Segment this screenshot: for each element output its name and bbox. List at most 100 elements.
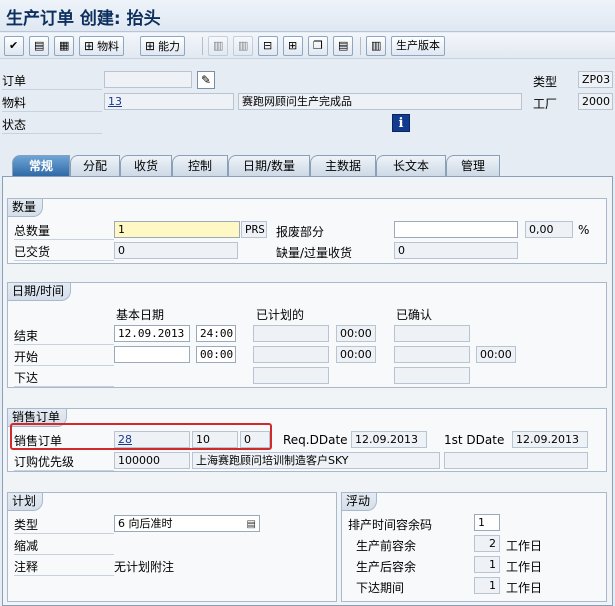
workday-label: 工作日 — [506, 581, 543, 595]
first-delivery-date-label: 1st DDate — [444, 433, 505, 447]
delivered-field: 0 — [114, 242, 238, 259]
dates-group: 日期/时间 基本日期 已计划的 已确认 结束 12.09.2013 24:00 … — [7, 282, 607, 388]
unit-field: PRS — [241, 221, 267, 238]
start-scheduled-time: 00:00 — [336, 346, 376, 363]
tab-master-data[interactable]: 主数据 — [310, 155, 376, 176]
type-label: 类型 — [533, 75, 558, 89]
disabled-icon: ▥ — [233, 36, 254, 56]
order-label: 订单 — [2, 72, 102, 90]
quantity-group-title: 数量 — [8, 199, 44, 217]
end-scheduled-time: 00:00 — [336, 325, 376, 342]
shortage-label: 缺量/过量收货 — [276, 246, 353, 260]
tab-content: 数量 总数量 1 PRS 报废部分 0,00 % 已交货 0 缺量/过量收货 0… — [2, 176, 613, 606]
req-delivery-date-label: Req.DDate — [283, 433, 348, 447]
end-label: 结束 — [14, 327, 114, 345]
delivered-label: 已交货 — [14, 243, 114, 261]
customer-field: 上海赛跑顾问培训制造客户SKY — [192, 452, 440, 469]
float-after-field: 1 — [474, 556, 500, 573]
total-quantity-field[interactable]: 1 — [114, 221, 240, 238]
scrap-label: 报废部分 — [276, 225, 325, 239]
edit-icon[interactable]: ✎ — [197, 71, 215, 89]
scrap-percent-field: 0,00 — [525, 221, 573, 238]
tab-control[interactable]: 控制 — [172, 155, 228, 176]
title-bar: 生产订单 创建: 抬头 — [0, 0, 615, 32]
plant-field: 2000 — [578, 93, 613, 110]
status-label: 状态 — [2, 116, 102, 134]
first-delivery-date-field: 12.09.2013 — [512, 431, 588, 448]
planning-group-title: 计划 — [8, 493, 44, 511]
calculator-icon[interactable]: ▦ — [54, 36, 75, 56]
chart-icon[interactable]: ▥ — [366, 36, 387, 56]
quantity-group: 数量 总数量 1 PRS 报废部分 0,00 % 已交货 0 缺量/过量收货 0 — [7, 198, 607, 264]
start-scheduled-date — [253, 346, 329, 363]
info-icon[interactable]: i — [392, 114, 410, 132]
plant-label: 工厂 — [533, 97, 558, 111]
copy-icon[interactable]: ❐ — [308, 36, 328, 56]
dates-group-title: 日期/时间 — [8, 283, 72, 301]
tab-strip: 常规 分配 收货 控制 日期/数量 主数据 长文本 管理 — [0, 155, 615, 177]
customer-extra-field — [444, 452, 588, 469]
req-delivery-date-field: 12.09.2013 — [351, 431, 427, 448]
confirmed-header: 已确认 — [396, 308, 433, 322]
material-field[interactable]: 13 — [104, 93, 234, 110]
shortage-field: 0 — [394, 242, 518, 259]
material-description: 赛跑网顾问生产完成品 — [238, 93, 522, 110]
sched-margin-label: 排产时间容余码 — [348, 518, 433, 532]
float-after-label: 生产后容余 — [356, 560, 417, 574]
start-time-field[interactable]: 00:00 — [196, 346, 236, 363]
start-confirmed-date — [394, 346, 470, 363]
float-before-field: 2 — [474, 535, 500, 552]
release-period-field: 1 — [474, 577, 500, 594]
tab-long-text[interactable]: 长文本 — [376, 155, 446, 176]
end-time-field[interactable]: 24:00 — [196, 325, 236, 342]
hierarchy-icon: ⊞ — [145, 39, 156, 53]
dropdown-icon: ▤ — [246, 519, 256, 530]
tab-administration[interactable]: 管理 — [446, 155, 500, 176]
float-group-title: 浮动 — [342, 493, 378, 511]
end-scheduled-date — [253, 325, 329, 342]
priority-field: 100000 — [114, 452, 190, 469]
release-confirmed-date — [394, 367, 470, 384]
basic-date-header: 基本日期 — [116, 308, 165, 322]
tab-assignment[interactable]: 分配 — [70, 155, 120, 176]
tab-dates-quantities[interactable]: 日期/数量 — [228, 155, 310, 176]
sched-margin-field[interactable]: 1 — [474, 514, 500, 531]
note-value: 无计划附注 — [114, 560, 175, 574]
planning-group: 计划 类型 6 向后准时 ▤ 缩减 注释 无计划附注 — [7, 492, 337, 602]
tab-goods-receipt[interactable]: 收货 — [120, 155, 172, 176]
highlight-box — [10, 423, 272, 450]
check-icon[interactable]: ✔ — [4, 36, 24, 56]
tree-icon[interactable]: ⊞ — [283, 36, 303, 56]
start-confirmed-time: 00:00 — [476, 346, 516, 363]
percent-sign: % — [578, 223, 590, 237]
note-label: 注释 — [14, 558, 114, 576]
planning-type-dropdown[interactable]: 6 向后准时 ▤ — [114, 515, 260, 532]
priority-label: 订购优先级 — [14, 453, 114, 471]
workday-label: 工作日 — [506, 560, 543, 574]
material-label: 物料 — [2, 94, 102, 112]
scrap-field[interactable] — [394, 221, 518, 238]
end-confirmed-date — [394, 325, 470, 342]
text-icon[interactable]: ▤ — [333, 36, 354, 56]
order-field[interactable] — [104, 71, 192, 88]
document-icon[interactable]: ▤ — [29, 36, 50, 56]
production-version-button[interactable]: 生产版本 — [391, 36, 445, 56]
disabled-icon: ▥ — [208, 36, 229, 56]
application-toolbar: ✔ ▤ ▦ ⊞ 物料 ⊞ 能力 ▥ ▥ ⊟ ⊞ ❐ ▤ ▥ 生产版本 — [0, 33, 615, 59]
type-field: ZP03 — [578, 71, 613, 88]
total-quantity-label: 总数量 — [14, 222, 114, 240]
start-date-field[interactable] — [114, 346, 190, 363]
toolbar-separator — [360, 37, 361, 55]
component-icon[interactable]: ⊟ — [258, 36, 278, 56]
end-date-field[interactable]: 12.09.2013 — [114, 325, 190, 342]
release-scheduled-date — [253, 367, 329, 384]
start-label: 开始 — [14, 348, 114, 366]
workday-label: 工作日 — [506, 539, 543, 553]
capacity-button[interactable]: ⊞ 能力 — [140, 36, 186, 56]
planning-type-label: 类型 — [14, 516, 114, 534]
hierarchy-icon: ⊞ — [84, 39, 95, 53]
tab-general[interactable]: 常规 — [12, 155, 70, 176]
material-button[interactable]: ⊞ 物料 — [79, 36, 125, 56]
release-period-label: 下达期间 — [356, 581, 405, 595]
scheduled-header: 已计划的 — [256, 308, 305, 322]
